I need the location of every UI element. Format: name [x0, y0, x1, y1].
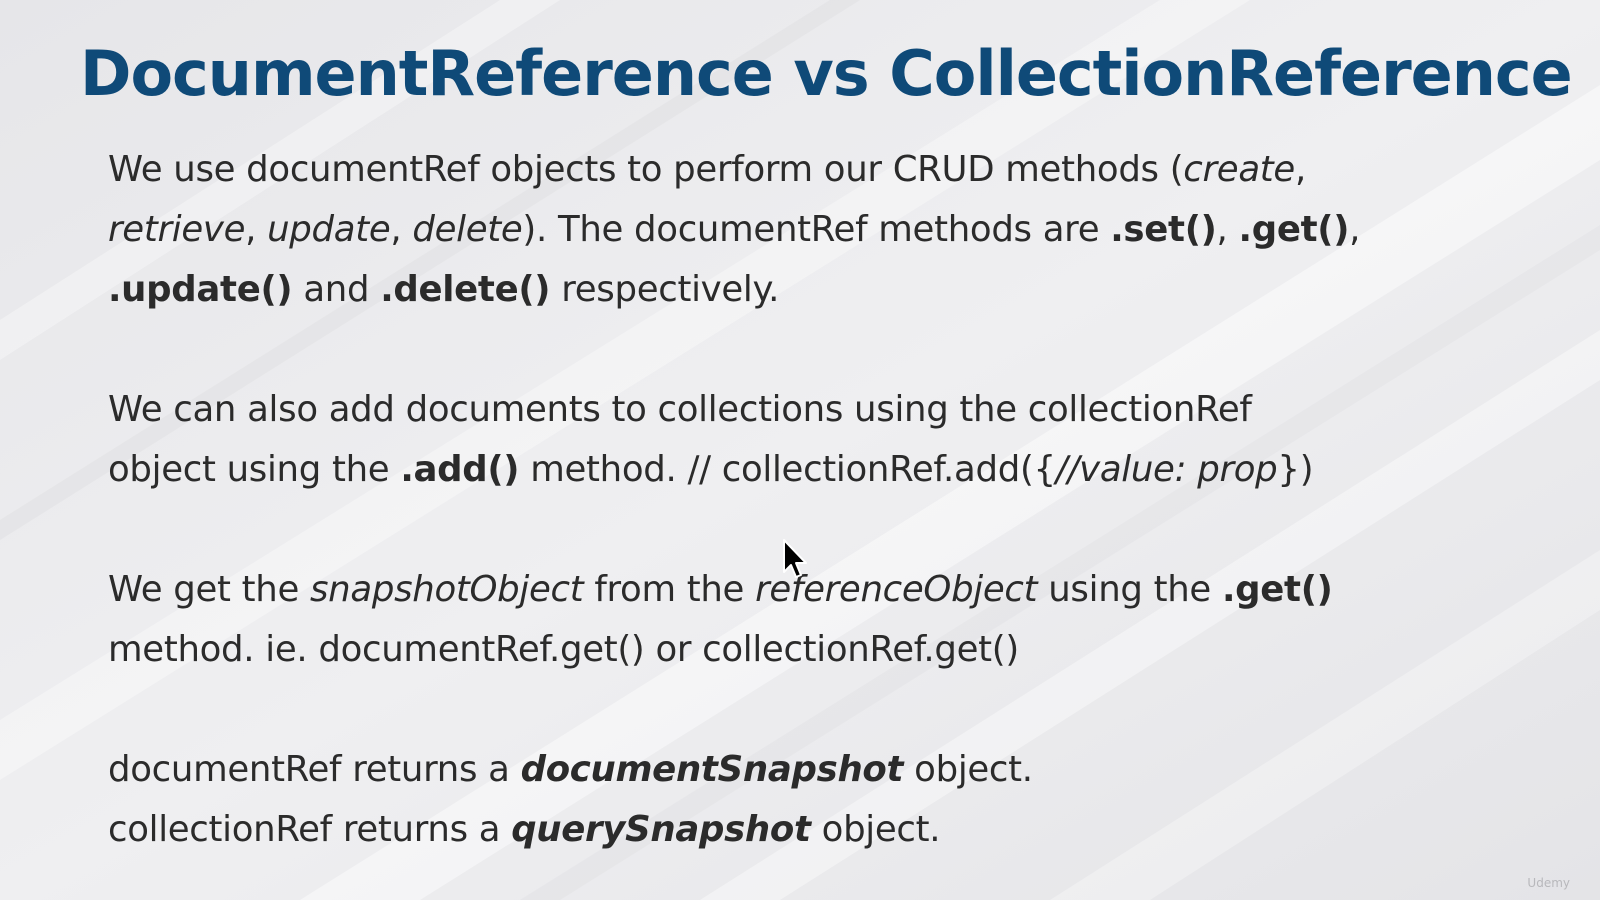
text-line: documentRef returns a documentSnapshot o… — [108, 740, 1528, 800]
text-run: object. — [810, 809, 941, 850]
text-run-bold: .update() — [108, 269, 293, 310]
text-run: , — [1216, 209, 1239, 250]
paragraph-add-method: We can also add documents to collections… — [108, 380, 1528, 500]
text-line: We use documentRef objects to perform ou… — [108, 140, 1528, 200]
text-run: , — [390, 209, 413, 250]
paragraph-return-types: documentRef returns a documentSnapshot o… — [108, 740, 1528, 860]
text-run: , — [1349, 209, 1361, 250]
text-run-italic: update — [267, 209, 391, 250]
mouse-cursor-icon — [783, 539, 807, 578]
slide: DocumentReference vs CollectionReference… — [0, 0, 1600, 900]
text-run-bold: .add() — [400, 449, 520, 490]
text-run: using the — [1037, 569, 1222, 610]
text-run: method. // collectionRef.add({ — [519, 449, 1056, 490]
slide-title: DocumentReference vs CollectionReference — [80, 37, 1573, 110]
text-run: and — [292, 269, 381, 310]
text-run-bold: .delete() — [380, 269, 551, 310]
text-line: We can also add documents to collections… — [108, 389, 1252, 430]
text-run: , — [245, 209, 268, 250]
text-run-italic: delete — [412, 209, 523, 250]
text-run-italic: //value: prop — [1055, 449, 1278, 490]
text-run: documentRef returns a — [108, 749, 521, 790]
text-line: retrieve, update, delete). The documentR… — [108, 200, 1528, 260]
text-run: from the — [583, 569, 756, 610]
udemy-watermark: Udemy — [1527, 876, 1570, 890]
text-line: .update() and .delete() respectively. — [108, 260, 1528, 320]
text-run: respectively. — [550, 269, 780, 310]
text-run-italic: snapshotObject — [309, 569, 584, 610]
text-run-italic: create — [1183, 149, 1295, 190]
text-line: We get the snapshotObject from the refer… — [108, 560, 1528, 620]
paragraph-crud-methods: We use documentRef objects to perform ou… — [108, 140, 1528, 320]
text-run: object. — [903, 749, 1033, 790]
text-run-bold: .get() — [1221, 569, 1333, 610]
text-run-bold: .set() — [1110, 209, 1217, 250]
text-run: }) — [1277, 449, 1314, 490]
text-run: We use documentRef objects to perform ou… — [108, 149, 1184, 190]
text-run-bold-italic: documentSnapshot — [520, 749, 904, 790]
text-run: collectionRef returns a — [108, 809, 512, 850]
paragraph-get-snapshot: We get the snapshotObject from the refer… — [108, 560, 1528, 680]
text-run-italic: retrieve — [108, 209, 246, 250]
text-run: ). The documentRef methods are — [522, 209, 1111, 250]
text-line: method. ie. documentRef.get() or collect… — [108, 629, 1019, 670]
text-run: , — [1294, 149, 1306, 190]
text-line: collectionRef returns a querySnapshot ob… — [108, 800, 1528, 860]
text-run: object using the — [108, 449, 401, 490]
text-run-bold: .get() — [1238, 209, 1350, 250]
text-run: We get the — [108, 569, 310, 610]
text-run-bold-italic: querySnapshot — [511, 809, 811, 850]
text-line: object using the .add() method. // colle… — [108, 440, 1528, 500]
